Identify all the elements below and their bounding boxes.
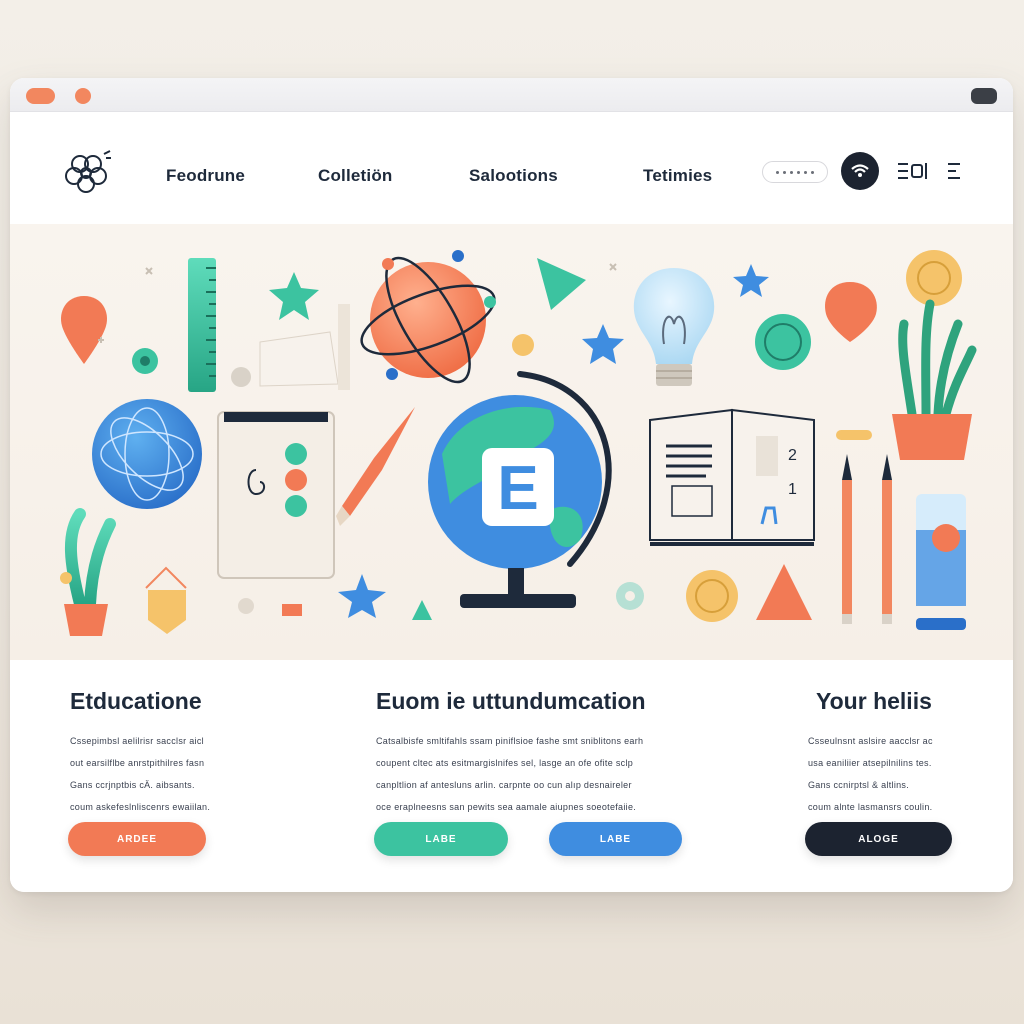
jar-icon <box>916 494 966 630</box>
search-input[interactable] <box>762 161 828 183</box>
content-columns: Etducatione Cssepimbsl aelilrisr sacclsr… <box>10 660 1013 892</box>
book-number-1: 2 <box>788 447 797 464</box>
ruler-icon <box>188 258 216 392</box>
nav-link-salootions[interactable]: Salootions <box>469 166 558 186</box>
top-navigation: Feodrune Colletiön Salootions Tetimies <box>10 112 1013 224</box>
book-icon: 2 1 <box>649 408 815 546</box>
triangle-icon <box>537 258 586 310</box>
atom-icon <box>360 250 496 384</box>
map-pin-icon <box>60 296 108 364</box>
list-icon[interactable] <box>946 161 962 181</box>
logo-icon[interactable] <box>60 148 114 196</box>
globe-icon <box>92 399 202 509</box>
book-number-2: 1 <box>788 481 797 498</box>
window-control-toggle[interactable] <box>971 88 997 104</box>
nav-link-colletion[interactable]: Colletiön <box>318 166 393 186</box>
badge-icon <box>145 566 187 634</box>
column-2-button-2[interactable]: LABE <box>549 822 682 856</box>
nav-link-feodrune[interactable]: Feodrune <box>166 166 245 186</box>
rocket-icon <box>336 407 415 526</box>
globe-letter: E <box>497 454 538 523</box>
coin-gold-icon <box>906 250 962 306</box>
tablet-icon <box>217 411 335 579</box>
column-3-button[interactable]: ALOGE <box>805 822 952 856</box>
column-2-button-1[interactable]: LABE <box>374 822 508 856</box>
lightbulb-icon <box>633 268 715 386</box>
coin-dollar-icon <box>686 570 738 622</box>
pencil-icon <box>842 454 892 624</box>
column-3-title: Your heliis <box>816 688 932 714</box>
title-bar <box>10 78 1013 112</box>
menu-icon[interactable] <box>896 161 930 181</box>
plant-icon <box>892 299 977 460</box>
column-1-text: Cssepimbsl aelilrisr sacclsr aicl out ea… <box>70 736 211 812</box>
hero-illustration: E 2 1 <box>10 224 1013 660</box>
column-2-title: Euom ie uttundumcation <box>376 688 646 714</box>
column-1-title: Etducatione <box>70 688 202 714</box>
nav-link-tetimies[interactable]: Tetimies <box>643 166 712 186</box>
star-icon <box>269 272 319 320</box>
window-control-close[interactable] <box>26 88 55 104</box>
window-control-minimize[interactable] <box>75 88 91 104</box>
column-2-text: Catsalbisfe smltifahls ssam piniflsioe f… <box>376 736 644 812</box>
wifi-icon[interactable] <box>841 152 879 190</box>
column-3-text: Csseulnsnt aslsire aacclsr ac usa eanili… <box>808 736 933 812</box>
column-1-button[interactable]: ARDEE <box>68 822 206 856</box>
coin-teal-icon <box>755 314 811 370</box>
globe-main-icon: E <box>428 371 612 608</box>
browser-window: Feodrune Colletiön Salootions Tetimies E… <box>10 78 1013 892</box>
coin-small-icon <box>132 348 158 374</box>
